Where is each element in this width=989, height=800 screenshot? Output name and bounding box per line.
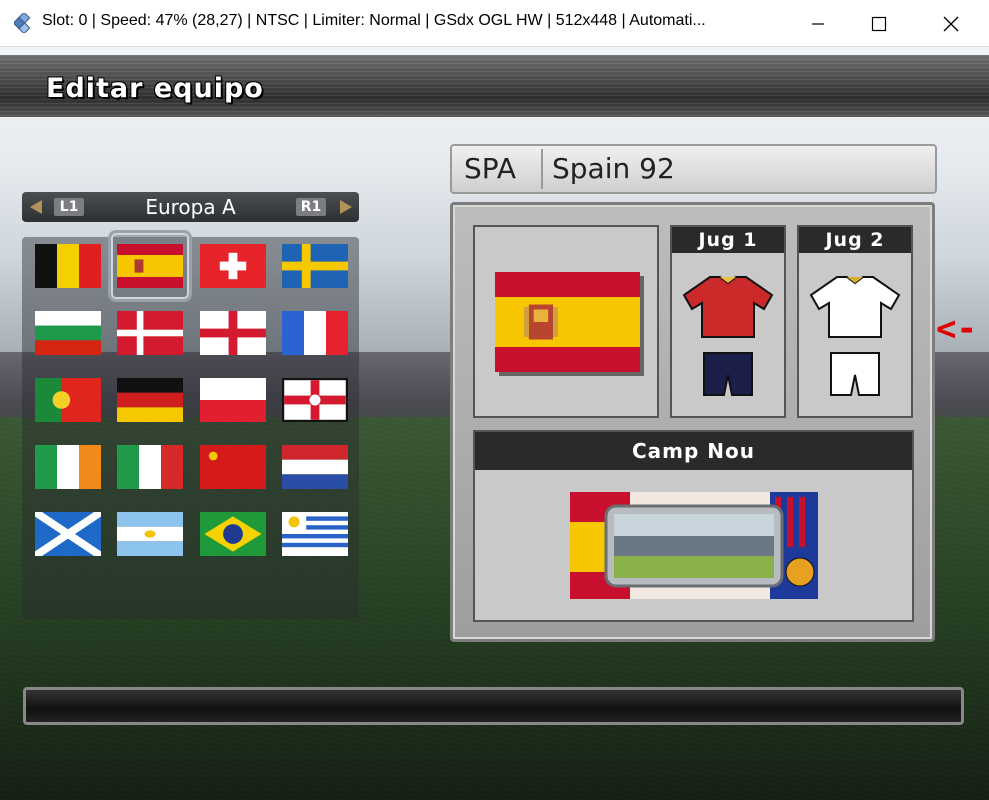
england-flag[interactable] bbox=[200, 311, 266, 355]
r1-button-label[interactable]: R1 bbox=[296, 198, 326, 216]
window-titlebar: Slot: 0 | Speed: 47% (28,27) | NTSC | Li… bbox=[0, 0, 989, 47]
stadium-box[interactable]: Camp Nou bbox=[473, 430, 914, 622]
sweden-flag[interactable] bbox=[282, 244, 348, 288]
overlay-arrow-annotation: <- bbox=[936, 309, 977, 349]
region-label: Europa A bbox=[145, 195, 236, 219]
belgium-flag[interactable] bbox=[35, 244, 101, 288]
window-title: Slot: 0 | Speed: 47% (28,27) | NTSC | Li… bbox=[42, 12, 706, 29]
portugal-flag[interactable] bbox=[35, 378, 101, 422]
italy-flag[interactable] bbox=[117, 445, 183, 489]
brazil-flag[interactable] bbox=[200, 512, 266, 556]
arrow-right-icon[interactable] bbox=[340, 200, 352, 214]
uruguay-flag[interactable] bbox=[282, 512, 348, 556]
arrow-left-icon[interactable] bbox=[30, 200, 42, 214]
stadium-image bbox=[570, 492, 818, 599]
kit-1-box[interactable]: Jug 1 bbox=[670, 225, 786, 418]
team-details-panel: Jug 1 Jug 2 Camp Nou bbox=[450, 202, 935, 642]
bulgaria-flag[interactable] bbox=[35, 311, 101, 355]
kit-2-shirt-icon bbox=[809, 276, 901, 338]
poland-flag[interactable] bbox=[200, 378, 266, 422]
ireland-flag[interactable] bbox=[35, 445, 101, 489]
scotland-flag[interactable] bbox=[35, 512, 101, 556]
maximize-button[interactable] bbox=[856, 0, 902, 47]
kit-2-shorts-icon bbox=[830, 352, 880, 396]
maximize-icon bbox=[871, 16, 887, 31]
team-name: Spain 92 bbox=[552, 152, 675, 185]
minimize-button[interactable] bbox=[795, 0, 841, 47]
kit-2-box[interactable]: Jug 2 bbox=[797, 225, 913, 418]
screen-title: Editar equipo bbox=[46, 73, 264, 104]
pcsx2-app-icon bbox=[12, 11, 34, 35]
germany-flag[interactable] bbox=[117, 378, 183, 422]
stadium-name: Camp Nou bbox=[475, 432, 912, 470]
kit-1-shirt-icon bbox=[682, 276, 774, 338]
kit-2-label: Jug 2 bbox=[799, 227, 911, 253]
kit-1-label: Jug 1 bbox=[672, 227, 784, 253]
game-screen: Editar equipo L1 Europa A R1 SPA Spain 9… bbox=[0, 47, 989, 800]
kit-1-shorts-icon bbox=[703, 352, 753, 396]
close-button[interactable] bbox=[928, 0, 974, 47]
minimize-icon bbox=[812, 22, 824, 25]
netherlands-flag[interactable] bbox=[282, 445, 348, 489]
help-text-bar bbox=[23, 687, 964, 725]
close-icon bbox=[943, 16, 959, 31]
argentina-flag[interactable] bbox=[117, 512, 183, 556]
france-flag[interactable] bbox=[282, 311, 348, 355]
denmark-flag[interactable] bbox=[117, 311, 183, 355]
spain-flag[interactable] bbox=[117, 244, 183, 288]
team-name-box[interactable]: SPA Spain 92 bbox=[450, 144, 937, 194]
spain-big-flag bbox=[495, 272, 640, 372]
l1-button-label[interactable]: L1 bbox=[54, 198, 84, 216]
ussr-flag[interactable] bbox=[200, 445, 266, 489]
northern-ireland-flag[interactable] bbox=[282, 378, 348, 422]
switzerland-flag[interactable] bbox=[200, 244, 266, 288]
team-flag-box[interactable] bbox=[473, 225, 659, 418]
region-selector[interactable]: L1 Europa A R1 bbox=[22, 192, 359, 222]
team-code: SPA bbox=[456, 149, 543, 189]
